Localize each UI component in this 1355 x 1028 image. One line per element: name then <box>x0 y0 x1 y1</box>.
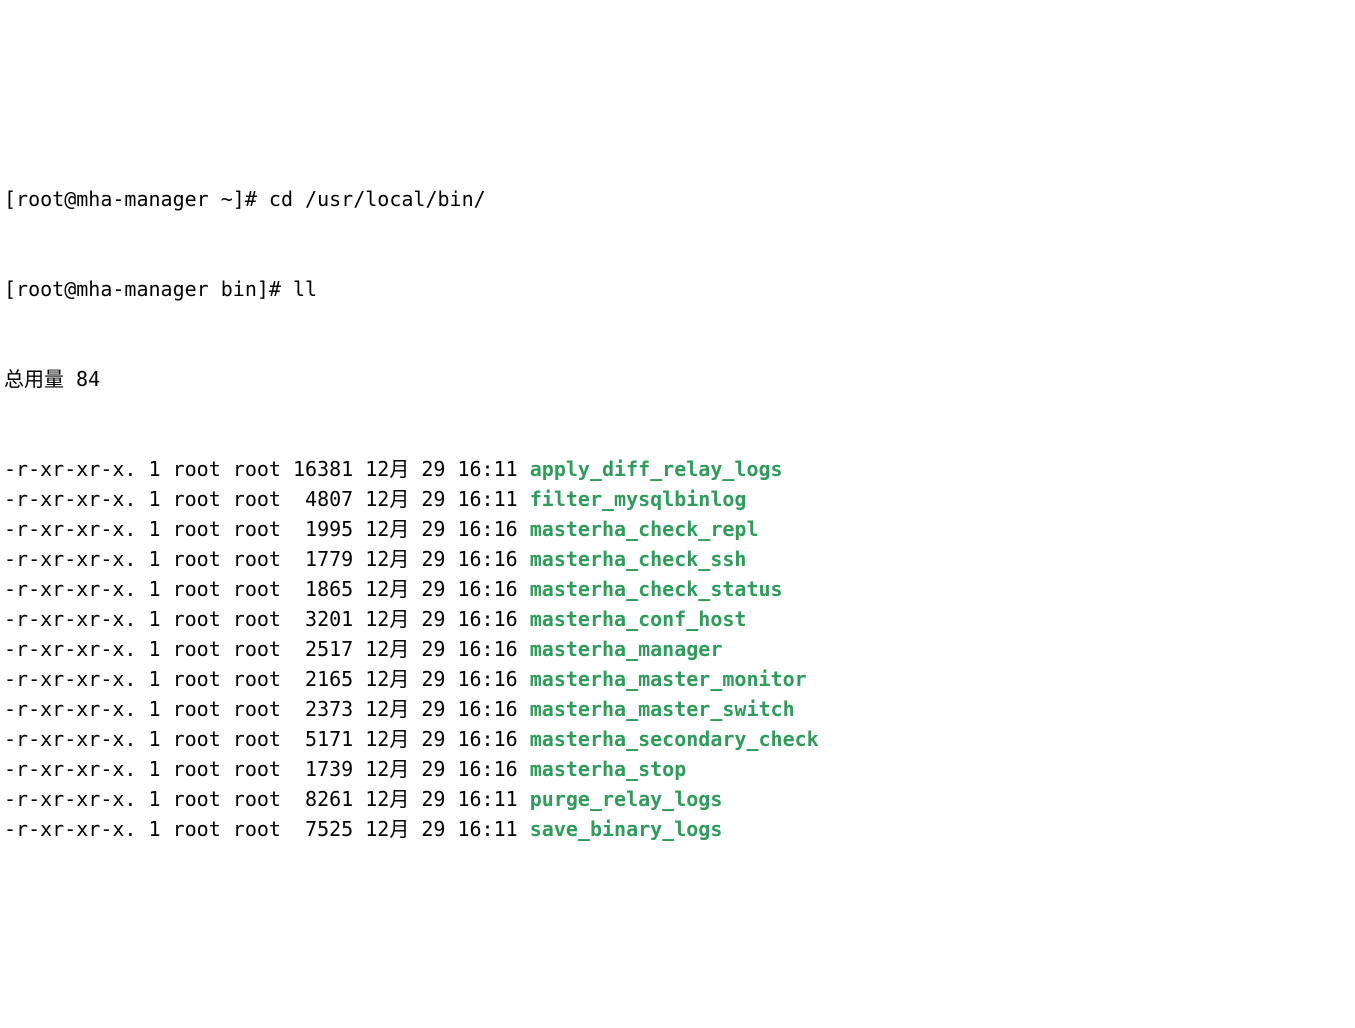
file-meta: -r-xr-xr-x. 1 root root 2165 12月 29 16:1… <box>4 667 530 691</box>
file-row: -r-xr-xr-x. 1 root root 1739 12月 29 16:1… <box>4 754 1351 784</box>
file-meta: -r-xr-xr-x. 1 root root 5171 12月 29 16:1… <box>4 727 530 751</box>
file-meta: -r-xr-xr-x. 1 root root 1995 12月 29 16:1… <box>4 517 530 541</box>
file-name: purge_relay_logs <box>530 787 723 811</box>
file-meta: -r-xr-xr-x. 1 root root 4807 12月 29 16:1… <box>4 487 530 511</box>
prompt: [root@mha-manager bin]# <box>4 277 293 301</box>
file-name: masterha_master_switch <box>530 697 795 721</box>
command-text: cd /usr/local/bin/ <box>269 187 486 211</box>
file-name: masterha_check_repl <box>530 517 759 541</box>
file-meta: -r-xr-xr-x. 1 root root 16381 12月 29 16:… <box>4 457 530 481</box>
file-name: masterha_manager <box>530 637 723 661</box>
file-name: masterha_check_ssh <box>530 547 747 571</box>
file-row: -r-xr-xr-x. 1 root root 3201 12月 29 16:1… <box>4 604 1351 634</box>
total-line: 总用量 84 <box>4 364 1351 394</box>
command-line-2: [root@mha-manager bin]# ll <box>4 274 1351 304</box>
command-text: ll <box>293 277 317 301</box>
file-name: apply_diff_relay_logs <box>530 457 783 481</box>
file-name: masterha_conf_host <box>530 607 747 631</box>
file-meta: -r-xr-xr-x. 1 root root 1865 12月 29 16:1… <box>4 577 530 601</box>
file-listing: -r-xr-xr-x. 1 root root 16381 12月 29 16:… <box>4 454 1351 844</box>
file-name: save_binary_logs <box>530 817 723 841</box>
command-line-1: [root@mha-manager ~]# cd /usr/local/bin/ <box>4 184 1351 214</box>
file-name: masterha_check_status <box>530 577 783 601</box>
file-meta: -r-xr-xr-x. 1 root root 2517 12月 29 16:1… <box>4 637 530 661</box>
file-row: -r-xr-xr-x. 1 root root 4807 12月 29 16:1… <box>4 484 1351 514</box>
file-row: -r-xr-xr-x. 1 root root 2517 12月 29 16:1… <box>4 634 1351 664</box>
file-row: -r-xr-xr-x. 1 root root 2165 12月 29 16:1… <box>4 664 1351 694</box>
file-row: -r-xr-xr-x. 1 root root 1865 12月 29 16:1… <box>4 574 1351 604</box>
file-row: -r-xr-xr-x. 1 root root 1995 12月 29 16:1… <box>4 514 1351 544</box>
prompt: [root@mha-manager ~]# <box>4 187 269 211</box>
file-name: filter_mysqlbinlog <box>530 487 747 511</box>
file-meta: -r-xr-xr-x. 1 root root 7525 12月 29 16:1… <box>4 817 530 841</box>
file-meta: -r-xr-xr-x. 1 root root 3201 12月 29 16:1… <box>4 607 530 631</box>
file-meta: -r-xr-xr-x. 1 root root 1779 12月 29 16:1… <box>4 547 530 571</box>
terminal-output: [root@mha-manager ~]# cd /usr/local/bin/… <box>4 124 1351 874</box>
file-row: -r-xr-xr-x. 1 root root 16381 12月 29 16:… <box>4 454 1351 484</box>
file-name: masterha_secondary_check <box>530 727 819 751</box>
file-row: -r-xr-xr-x. 1 root root 2373 12月 29 16:1… <box>4 694 1351 724</box>
file-name: masterha_stop <box>530 757 687 781</box>
file-meta: -r-xr-xr-x. 1 root root 1739 12月 29 16:1… <box>4 757 530 781</box>
file-row: -r-xr-xr-x. 1 root root 5171 12月 29 16:1… <box>4 724 1351 754</box>
file-meta: -r-xr-xr-x. 1 root root 8261 12月 29 16:1… <box>4 787 530 811</box>
file-row: -r-xr-xr-x. 1 root root 1779 12月 29 16:1… <box>4 544 1351 574</box>
file-row: -r-xr-xr-x. 1 root root 7525 12月 29 16:1… <box>4 814 1351 844</box>
file-name: masterha_master_monitor <box>530 667 807 691</box>
file-row: -r-xr-xr-x. 1 root root 8261 12月 29 16:1… <box>4 784 1351 814</box>
file-meta: -r-xr-xr-x. 1 root root 2373 12月 29 16:1… <box>4 697 530 721</box>
